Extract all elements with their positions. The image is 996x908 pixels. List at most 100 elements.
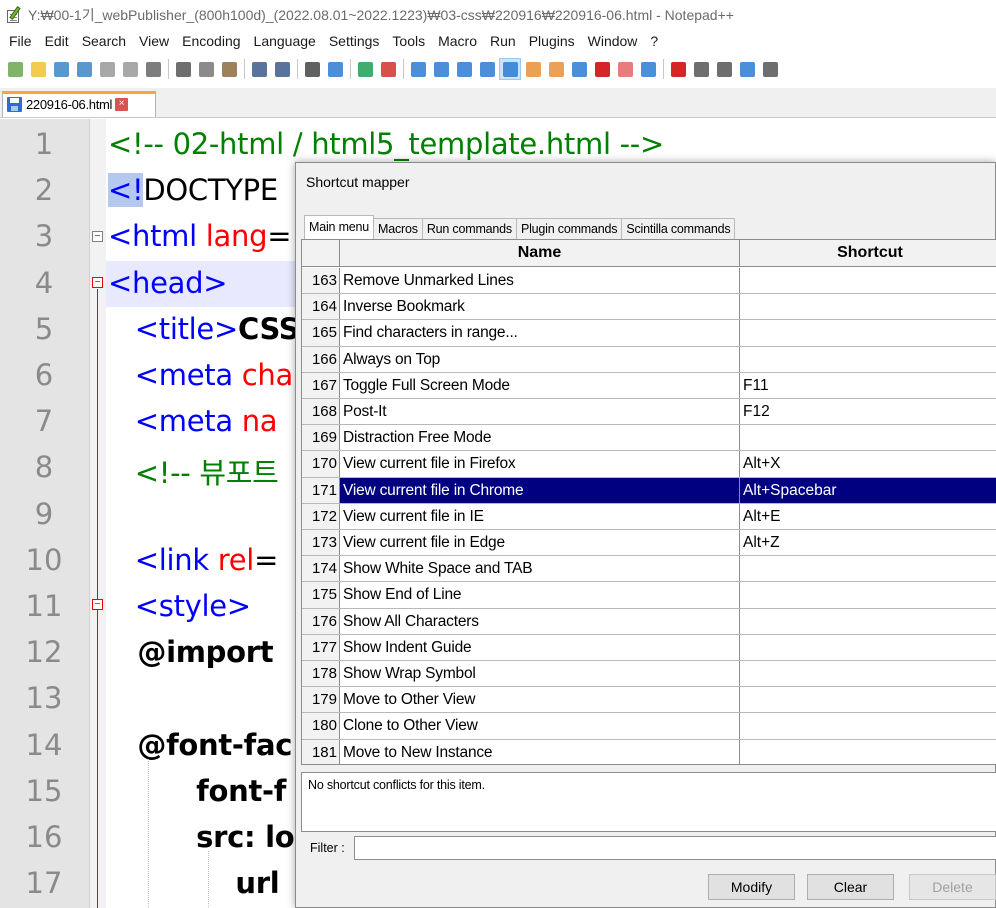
table-row[interactable]: 172 View current file in IE Alt+E xyxy=(302,503,996,530)
sync-horizontal-button[interactable] xyxy=(431,59,451,79)
line-number: 4 xyxy=(34,265,54,300)
menu-window[interactable]: Window xyxy=(581,33,644,49)
row-shortcut xyxy=(740,556,996,581)
stop-recording-button[interactable] xyxy=(691,59,711,79)
sync-vertical-button[interactable] xyxy=(408,59,428,79)
menu-bar: File Edit Search View Encoding Language Settin… xyxy=(0,30,996,52)
table-row[interactable]: 171 View current file in Chrome Alt+Spaceb… xyxy=(302,477,996,504)
row-shortcut: Alt+X xyxy=(743,455,781,473)
column-header-name[interactable]: Name xyxy=(340,240,740,266)
run-macro-multiple-button[interactable] xyxy=(737,59,757,79)
table-row[interactable]: 177 Show Indent Guide xyxy=(302,634,996,661)
dialog-tab-run-commands[interactable]: Run commands xyxy=(421,218,517,239)
close-button[interactable] xyxy=(97,59,117,79)
toolbar-separator xyxy=(663,59,664,79)
menu-settings[interactable]: Settings xyxy=(322,33,386,49)
menu-view[interactable]: View xyxy=(132,33,175,49)
redo-button[interactable] xyxy=(272,59,292,79)
fold-toggle-style[interactable]: − xyxy=(92,599,103,610)
row-command-name: Inverse Bookmark xyxy=(340,294,740,320)
menu-tools[interactable]: Tools xyxy=(385,33,431,49)
language-define-button[interactable] xyxy=(523,59,543,79)
replace-button[interactable] xyxy=(325,59,345,79)
show-all-characters-button[interactable] xyxy=(477,59,497,79)
table-row[interactable]: 166 Always on Top xyxy=(302,346,996,373)
dialog-tab-macros[interactable]: Macros xyxy=(373,218,423,239)
table-row[interactable]: 179 Move to Other View xyxy=(302,687,996,714)
row-number: 175 xyxy=(302,582,340,608)
cut-button[interactable] xyxy=(173,59,193,79)
menu-encoding[interactable]: Encoding xyxy=(175,33,246,49)
indent-guide-button[interactable] xyxy=(499,58,521,80)
folder-as-workspace-button[interactable] xyxy=(615,59,635,79)
line-number-gutter: 1 2 3 4 5 6 7 8 9 10 11 12 13 14 15 16 17 xyxy=(0,119,90,908)
table-row[interactable]: 180 Clone to Other View xyxy=(302,713,996,740)
table-row[interactable]: 167 Toggle Full Screen Mode F11 xyxy=(302,372,996,399)
function-list-button[interactable] xyxy=(592,59,612,79)
toolbar-separator xyxy=(403,59,404,79)
table-row[interactable]: 173 View current file in Edge Alt+Z xyxy=(302,530,996,557)
table-row[interactable]: 176 Show All Characters xyxy=(302,608,996,635)
find-button[interactable] xyxy=(302,59,322,79)
clear-button[interactable]: Clear xyxy=(807,874,894,900)
zoom-in-button[interactable] xyxy=(355,59,375,79)
table-row[interactable]: 174 Show White Space and TAB xyxy=(302,556,996,583)
table-row[interactable]: 169 Distraction Free Mode xyxy=(302,425,996,452)
menu-edit[interactable]: Edit xyxy=(38,33,75,49)
table-row[interactable]: 175 Show End of Line xyxy=(302,582,996,609)
menu-macro[interactable]: Macro xyxy=(431,33,483,49)
row-command-name: View current file in Firefox xyxy=(340,451,740,477)
save-all-button[interactable] xyxy=(74,59,94,79)
menu-language[interactable]: Language xyxy=(247,33,322,49)
fold-toggle-head[interactable]: − xyxy=(92,277,103,288)
menu-search[interactable]: Search xyxy=(75,33,132,49)
dialog-tab-plugin-commands[interactable]: Plugin commands xyxy=(515,218,623,239)
row-number: 168 xyxy=(302,399,340,425)
playback-macro-button[interactable] xyxy=(714,59,734,79)
code-token: = xyxy=(267,219,292,254)
print-button[interactable] xyxy=(143,59,163,79)
fold-toggle-html[interactable]: − xyxy=(92,231,103,242)
modify-button[interactable]: Modify xyxy=(708,874,795,900)
zoom-out-button[interactable] xyxy=(378,59,398,79)
undo-button[interactable] xyxy=(249,59,269,79)
delete-button[interactable]: Delete xyxy=(909,874,996,900)
word-wrap-button[interactable] xyxy=(454,59,474,79)
row-shortcut xyxy=(740,582,996,607)
code-line: <!-- 02-html / html5_template.html --> xyxy=(108,127,664,161)
tab-close-icon[interactable]: × xyxy=(115,98,129,111)
document-list-button[interactable] xyxy=(569,59,589,79)
menu-plugins[interactable]: Plugins xyxy=(522,33,581,49)
table-row[interactable]: 170 View current file in Firefox Alt+X xyxy=(302,451,996,478)
tab-220916-06-html[interactable]: 220916-06.html × xyxy=(2,91,156,117)
document-map-button[interactable] xyxy=(546,59,566,79)
row-number: 177 xyxy=(302,634,340,660)
close-all-button[interactable] xyxy=(120,59,140,79)
table-row[interactable]: 165 Find characters in range... xyxy=(302,320,996,347)
code-token: <!-- 뷰포트 xyxy=(108,456,279,491)
table-row[interactable]: 168 Post-It F12 xyxy=(302,399,996,426)
monitoring-button[interactable] xyxy=(638,59,658,79)
new-file-button[interactable] xyxy=(5,59,25,79)
table-row[interactable]: 164 Inverse Bookmark xyxy=(302,294,996,321)
open-file-button[interactable] xyxy=(28,59,48,79)
title-bar: Y:₩00-1기_webPublisher_(800h100d)_(2022.0… xyxy=(0,0,996,30)
table-row[interactable]: 163 Remove Unmarked Lines xyxy=(302,268,996,295)
dialog-tab-scintilla-commands[interactable]: Scintilla commands xyxy=(621,218,736,239)
menu-file[interactable]: File xyxy=(0,33,38,49)
save-macro-button[interactable] xyxy=(760,59,780,79)
row-shortcut xyxy=(740,713,996,738)
copy-button[interactable] xyxy=(196,59,216,79)
table-row[interactable]: 181 Move to New Instance xyxy=(302,739,996,764)
paste-button[interactable] xyxy=(219,59,239,79)
menu-help[interactable]: ? xyxy=(643,33,664,49)
shortcut-grid[interactable]: Name Shortcut 163 Remove Unmarked Lines 16… xyxy=(301,239,996,765)
column-header-shortcut[interactable]: Shortcut xyxy=(740,240,996,266)
tab-label: 220916-06.html xyxy=(26,97,113,112)
dialog-tab-main-menu[interactable]: Main menu xyxy=(304,215,375,239)
menu-run[interactable]: Run xyxy=(483,33,522,49)
save-button[interactable] xyxy=(51,59,71,79)
filter-input[interactable] xyxy=(354,836,996,860)
record-macro-button[interactable] xyxy=(668,59,688,79)
table-row[interactable]: 178 Show Wrap Symbol xyxy=(302,661,996,688)
